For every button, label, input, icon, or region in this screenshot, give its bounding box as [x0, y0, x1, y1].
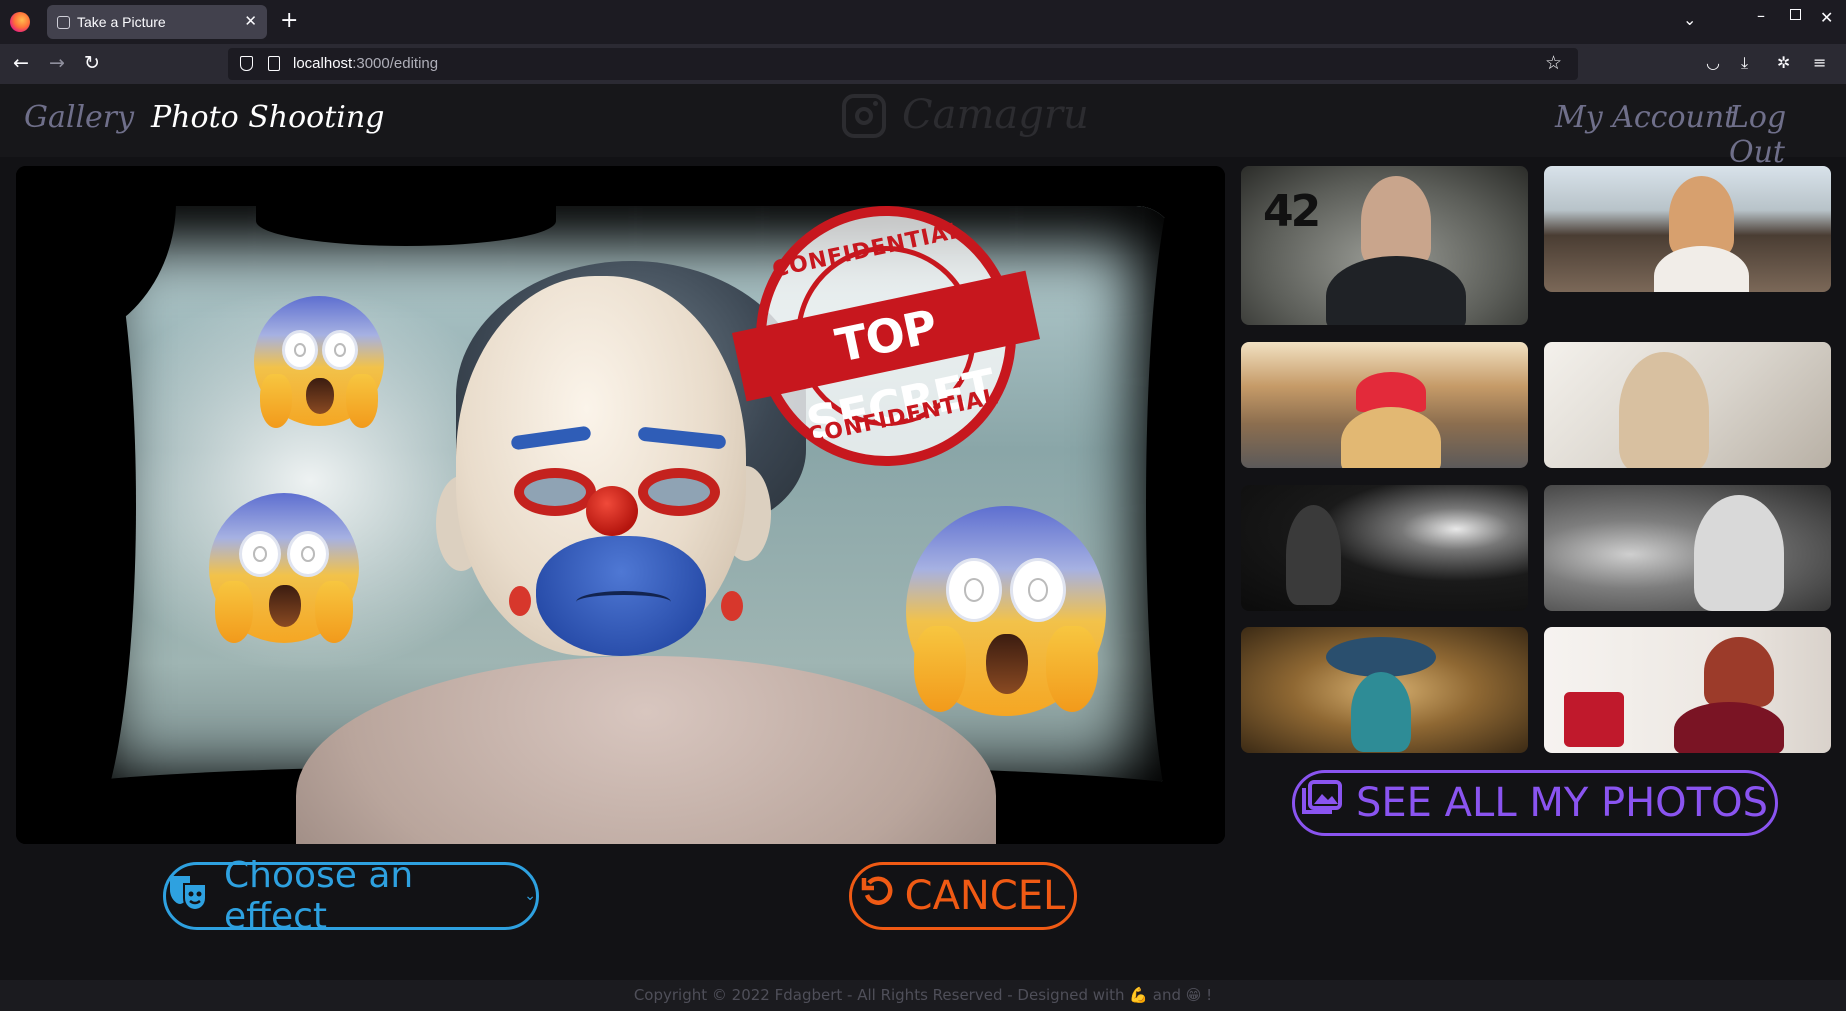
tab-list-chevron-icon[interactable]: ⌄	[1683, 10, 1696, 29]
see-all-photos-label: SEE ALL MY PHOTOS	[1356, 780, 1768, 826]
back-arrow-icon[interactable]: ←	[13, 52, 29, 74]
choose-effect-dropdown[interactable]: Choose an effect ⌄	[163, 855, 539, 937]
nav-photo-shooting-link[interactable]: Photo Shooting	[151, 100, 384, 135]
pocket-icon[interactable]: ◡	[1706, 54, 1720, 72]
mask-cheek-right	[721, 591, 743, 621]
thumbnail-photo-1[interactable]: 42	[1241, 166, 1528, 325]
photo-library-icon	[1302, 780, 1343, 826]
scream-emoji-sticker-1[interactable]	[254, 296, 384, 428]
theater-masks-icon	[166, 872, 210, 921]
url-bar[interactable]: localhost:3000/editing ☆	[228, 48, 1578, 80]
thumbnail-photo-3[interactable]	[1241, 342, 1528, 468]
mask-eye-left	[514, 468, 596, 516]
site-footer: Copyright © 2022 Fdagbert - All Rights R…	[0, 980, 1846, 1011]
scream-emoji-sticker-2[interactable]	[209, 493, 359, 643]
page-info-icon[interactable]	[268, 56, 280, 71]
mask-cheek-left	[509, 586, 531, 616]
window-restore-icon[interactable]	[1790, 9, 1801, 20]
thumbnail-hooded-woman	[1619, 352, 1709, 468]
thumbnail-blue-hat	[1326, 637, 1436, 677]
thumbnail-woman-hair	[1669, 176, 1734, 256]
tab-favicon-icon	[57, 16, 70, 29]
dropdown-caret-icon: ⌄	[524, 888, 536, 904]
thumbnail-red-cap	[1356, 372, 1426, 412]
choose-effect-label: Choose an effect	[224, 855, 414, 937]
grunge-frame-right	[1146, 166, 1225, 844]
thumbnail-person-suit	[1326, 256, 1466, 325]
cancel-button[interactable]: CANCEL	[849, 862, 1077, 930]
photo-editor-canvas[interactable]: CONFIDENTIAL TOP SECRET CONFIDENTIAL	[16, 166, 1225, 844]
menu-hamburger-icon[interactable]: ≡	[1813, 54, 1826, 72]
url-text[interactable]: localhost:3000/editing	[293, 55, 438, 72]
grunge-frame-left	[16, 166, 136, 844]
mask-mouth-line	[576, 591, 671, 613]
thumbnail-red-coat	[1674, 702, 1784, 753]
thumbnail-person-head	[1361, 176, 1431, 266]
thumbnail-teal-jacket	[1351, 672, 1411, 752]
thumbnail-photo-6[interactable]	[1544, 485, 1831, 611]
nav-log-out-link[interactable]: Log Out	[1729, 100, 1846, 170]
cancel-label: CANCEL	[904, 873, 1066, 919]
thumbnail-photo-8[interactable]	[1544, 627, 1831, 753]
mask-nose	[586, 486, 638, 536]
extensions-icon[interactable]: ✲	[1777, 54, 1790, 72]
forward-arrow-icon[interactable]: →	[49, 52, 65, 74]
tab-close-icon[interactable]: ✕	[244, 12, 257, 30]
thumbnail-42-badge: 42	[1263, 186, 1321, 237]
downloads-icon[interactable]: ⤓	[1741, 54, 1748, 72]
thumbnail-silhouette	[1286, 505, 1341, 605]
footer-copyright-text: Copyright © 2022 Fdagbert - All Rights R…	[633, 986, 1213, 1004]
thumbnail-blonde-hair	[1341, 407, 1441, 468]
thumbnail-photo-4[interactable]	[1544, 342, 1831, 468]
browser-tab-bar: Take a Picture ✕ + ⌄ – ✕	[0, 0, 1846, 44]
camera-logo-icon[interactable]	[842, 94, 886, 138]
tab-title: Take a Picture	[77, 14, 166, 30]
site-logo-text[interactable]: Camagru	[902, 92, 1089, 138]
thumbnail-photo-5[interactable]	[1241, 485, 1528, 611]
firefox-logo-icon	[10, 12, 30, 32]
browser-nav-bar: ← → ↻ localhost:3000/editing ☆ ◡ ⤓ ✲ ≡	[0, 44, 1846, 84]
thumbnail-red-hair	[1704, 637, 1774, 707]
thumbnail-smiling-woman	[1694, 495, 1784, 611]
new-tab-button[interactable]: +	[280, 8, 298, 34]
thumbnail-photo-2[interactable]	[1544, 166, 1831, 292]
scream-emoji-sticker-3[interactable]	[906, 506, 1106, 716]
site-header: Gallery Photo Shooting Camagru My Accoun…	[0, 84, 1846, 170]
bookmark-star-icon[interactable]: ☆	[1545, 52, 1562, 74]
nav-gallery-link[interactable]: Gallery	[24, 100, 134, 135]
browser-tab[interactable]: Take a Picture ✕	[47, 5, 267, 39]
see-all-photos-button[interactable]: SEE ALL MY PHOTOS	[1292, 770, 1778, 836]
reload-icon[interactable]: ↻	[84, 52, 100, 74]
window-minimize-icon[interactable]: –	[1757, 6, 1765, 25]
tracking-shield-icon[interactable]	[240, 56, 253, 71]
top-secret-stamp-sticker[interactable]: CONFIDENTIAL TOP SECRET CONFIDENTIAL	[731, 181, 1041, 491]
mask-eye-right	[638, 468, 720, 516]
thumbnail-woman-top	[1654, 246, 1749, 292]
grunge-frame-top-splash	[256, 196, 556, 246]
nav-my-account-link[interactable]: My Account	[1555, 100, 1736, 135]
grunge-frame-top	[16, 166, 1225, 206]
thumbnail-shopping-bag	[1564, 692, 1624, 747]
thumbnail-photo-7[interactable]	[1241, 627, 1528, 753]
window-close-icon[interactable]: ✕	[1820, 8, 1833, 27]
undo-arrow-icon	[861, 873, 895, 919]
